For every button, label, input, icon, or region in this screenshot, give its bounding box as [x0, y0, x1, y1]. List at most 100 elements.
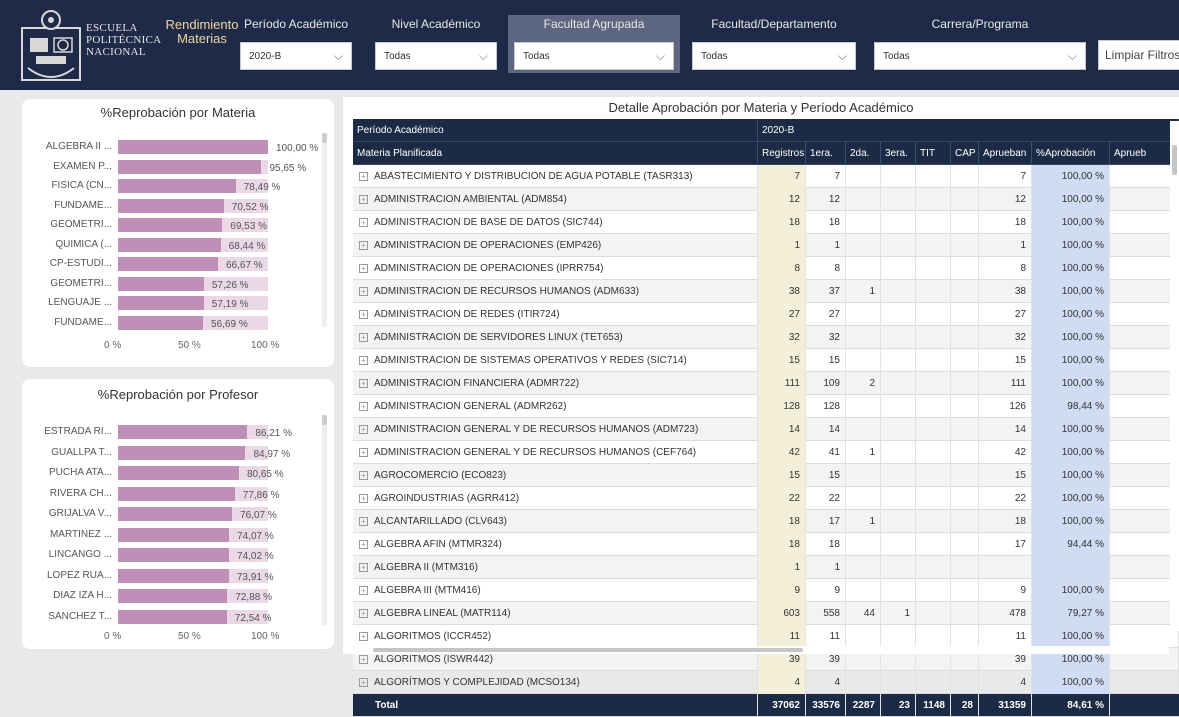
bar[interactable]	[118, 296, 204, 310]
facultad-departamento-dropdown[interactable]: Todas ⌵	[692, 42, 856, 70]
bar[interactable]	[118, 445, 246, 460]
scrollbar-thumb[interactable]	[1172, 145, 1177, 175]
bar-row[interactable]: ESTRADA RI... 86,21 %	[22, 424, 322, 440]
bar-row[interactable]: GEOMETRI... 69,53 %	[22, 217, 322, 233]
table-row[interactable]: + ADMINISTRACION GENERAL Y DE RECURSOS HU…	[353, 418, 1179, 441]
nivel-dropdown[interactable]: Todas ⌵	[375, 42, 497, 70]
table-row[interactable]: + ABASTECIMIENTO Y DISTRIBUCION DE AGUA P…	[353, 165, 1179, 188]
bar-row[interactable]: CP-ESTUDI... 66,67 %	[22, 256, 322, 272]
bar[interactable]	[118, 589, 228, 603]
bar[interactable]	[118, 315, 204, 330]
bar[interactable]	[118, 527, 230, 542]
table-row[interactable]: + AGROINDUSTRIAS (AGRR412) 22 22 22 100,00 %	[353, 487, 1179, 510]
table-row[interactable]: + ALCANTARILLADO (CLV643) 18 17 1 18 100,00 %	[353, 510, 1179, 533]
expand-icon[interactable]: +	[359, 608, 368, 618]
bar-row[interactable]: MARTINEZ ... 74,07 %	[22, 527, 322, 543]
expand-icon[interactable]: +	[359, 539, 368, 549]
facultad-agrupada-dropdown[interactable]: Todas ⌵	[514, 42, 674, 70]
bar-row[interactable]: FUNDAME... 56,69 %	[22, 315, 322, 331]
chart-scrollbar[interactable]	[322, 415, 327, 625]
bar-row[interactable]: EXAMEN P... 95,65 %	[22, 159, 322, 175]
column-header[interactable]: %Aprobación	[1032, 142, 1110, 165]
bar[interactable]	[118, 507, 233, 521]
periodo-dropdown[interactable]: 2020-B ⌵	[240, 42, 352, 70]
table-row[interactable]: + ADMINISTRACION GENERAL Y DE RECURSOS HU…	[353, 441, 1179, 464]
table-row[interactable]: + ALGEBRA LINEAL (MATR114) 603 558 44 1 478 79,…	[353, 602, 1179, 625]
bar-row[interactable]: PUCHA ATA... 80,65 %	[22, 465, 322, 481]
expand-icon[interactable]: +	[359, 217, 368, 227]
table-row[interactable]: + ALGEBRA II (MTM316) 1 1	[353, 556, 1179, 579]
column-header[interactable]: 1era.	[806, 142, 846, 165]
table-row[interactable]: + ADMINISTRACION DE BASE DE DATOS (SIC744…	[353, 211, 1179, 234]
column-header[interactable]: Aprueban	[979, 142, 1032, 165]
expand-icon[interactable]: +	[359, 677, 368, 687]
table-row[interactable]: + ALGEBRA III (MTM416) 9 9 9 100,00 %	[353, 579, 1179, 602]
bar-row[interactable]: GUALLPA T... 84,97 %	[22, 445, 322, 461]
bar-row[interactable]: ALGEBRA II ... 100,00 %	[22, 139, 322, 155]
table-row[interactable]: + ADMINISTRACION DE SISTEMAS OPERATIVOS Y…	[353, 349, 1179, 372]
bar[interactable]	[118, 276, 204, 291]
table-row[interactable]: + ALGORITMOS (ICCR452) 11 11 11 100,00 %	[353, 625, 1179, 648]
column-header[interactable]: 3era.	[881, 142, 916, 165]
column-header[interactable]: TIT	[916, 142, 951, 165]
expand-icon[interactable]: +	[359, 447, 368, 457]
bar[interactable]	[118, 568, 229, 583]
table-row[interactable]: + ALGORÍTMOS Y COMPLEJIDAD (MCSO134) 4 4 4 10…	[353, 671, 1179, 694]
expand-icon[interactable]: +	[359, 424, 368, 434]
table-vertical-scrollbar[interactable]	[1170, 121, 1179, 631]
expand-icon[interactable]: +	[359, 286, 368, 296]
expand-icon[interactable]: +	[359, 631, 368, 641]
bar-row[interactable]: DIAZ IZA H... 72,88 %	[22, 588, 322, 604]
bar[interactable]	[118, 257, 218, 271]
expand-icon[interactable]: +	[359, 585, 368, 595]
chart-scrollbar-thumb[interactable]	[322, 133, 327, 143]
expand-icon[interactable]: +	[359, 309, 368, 319]
bar[interactable]	[118, 237, 221, 252]
bar-row[interactable]: QUIMICA (... 68,44 %	[22, 237, 322, 253]
bar[interactable]	[118, 198, 224, 213]
column-header[interactable]: 2da.	[846, 142, 881, 165]
bar-row[interactable]: LINCANGO ... 74,02 %	[22, 547, 322, 563]
expand-icon[interactable]: +	[359, 516, 368, 526]
table-row[interactable]: + ALGEBRA AFIN (MTMR324) 18 18 17 94,44 %	[353, 533, 1179, 556]
bar-row[interactable]: SANCHEZ T... 72,54 %	[22, 609, 322, 625]
expand-icon[interactable]: +	[359, 470, 368, 480]
expand-icon[interactable]: +	[359, 194, 368, 204]
column-header[interactable]: Aprueb	[1110, 142, 1179, 165]
bar-row[interactable]: LOPEZ RUA... 73,91 %	[22, 568, 322, 584]
column-header[interactable]: Materia Planificada	[353, 142, 758, 165]
bar[interactable]	[118, 466, 239, 480]
expand-icon[interactable]: +	[359, 332, 368, 342]
chart-scrollbar-thumb[interactable]	[322, 415, 327, 425]
expand-icon[interactable]: +	[359, 240, 368, 250]
table-horizontal-scrollbar[interactable]	[353, 646, 1169, 654]
bar-row[interactable]: FISICA (CN... 78,49 %	[22, 178, 322, 194]
column-header[interactable]: Registros	[758, 142, 806, 165]
bar[interactable]	[118, 425, 248, 439]
bar[interactable]	[118, 218, 223, 232]
expand-icon[interactable]: +	[359, 654, 368, 664]
bar[interactable]	[118, 548, 230, 562]
expand-icon[interactable]: +	[359, 355, 368, 365]
table-row[interactable]: + ADMINISTRACION DE OPERACIONES (EMP426) 1…	[353, 234, 1179, 257]
chart-scrollbar[interactable]	[322, 133, 327, 327]
column-header[interactable]: CAP	[951, 142, 979, 165]
bar-row[interactable]: LENGUAJE ... 57,19 %	[22, 295, 322, 311]
bar-row[interactable]: RIVERA CH... 77,86 %	[22, 486, 322, 502]
bar[interactable]	[118, 486, 235, 501]
bar-row[interactable]: FUNDAME... 70,52 %	[22, 198, 322, 214]
table-row[interactable]: + ADMINISTRACION DE REDES (ITIR724) 27 27 27…	[353, 303, 1179, 326]
bar[interactable]	[118, 179, 236, 193]
bar-row[interactable]: GRIJALVA V... 76,07 %	[22, 506, 322, 522]
table-row[interactable]: + AGROCOMERCIO (ECO823) 15 15 15 100,00 %	[353, 464, 1179, 487]
bar-row[interactable]: GEOMETRI... 57,26 %	[22, 276, 322, 292]
bar[interactable]	[118, 159, 262, 174]
table-row[interactable]: + ADMINISTRACION FINANCIERA (ADMR722) 111 1…	[353, 372, 1179, 395]
bar[interactable]	[118, 609, 227, 624]
carrera-dropdown[interactable]: Todas ⌵	[874, 42, 1086, 70]
expand-icon[interactable]: +	[359, 562, 368, 572]
table-row[interactable]: + ADMINISTRACION GENERAL (ADMR262) 128 128 1…	[353, 395, 1179, 418]
table-row[interactable]: + ADMINISTRACION DE RECURSOS HUMANOS (ADM…	[353, 280, 1179, 303]
table-row[interactable]: + ADMINISTRACION DE SERVIDORES LINUX (TET…	[353, 326, 1179, 349]
expand-icon[interactable]: +	[359, 493, 368, 503]
